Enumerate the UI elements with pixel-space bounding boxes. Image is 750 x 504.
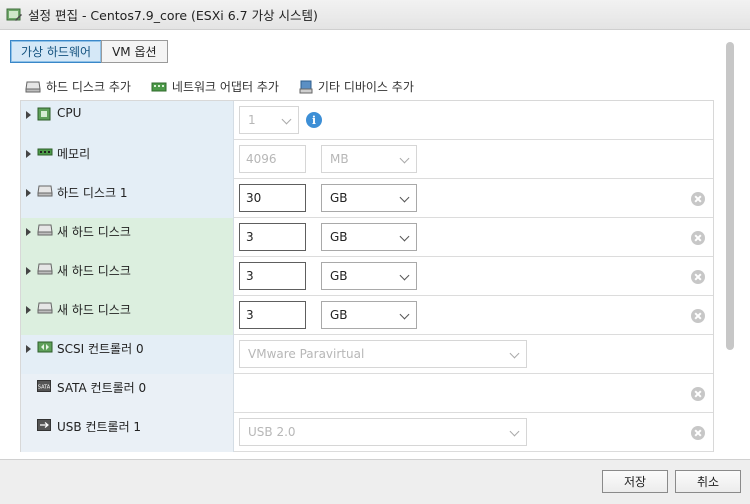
expand-caret-icon[interactable] — [26, 150, 31, 158]
disk-unit-value: GB — [330, 230, 348, 244]
cancel-button[interactable]: 취소 — [675, 470, 741, 493]
remove-device-icon[interactable] — [691, 309, 705, 323]
disk-unit-value: GB — [330, 308, 348, 322]
expand-caret-icon[interactable] — [26, 306, 31, 314]
device-label: 새 하드 디스크 — [57, 303, 131, 317]
device-row-new-hard-disk: 새 하드 디스크 3 GB — [21, 257, 713, 296]
expand-caret-icon[interactable] — [26, 345, 31, 353]
device-label: 새 하드 디스크 — [57, 225, 131, 239]
expand-caret-icon[interactable] — [26, 267, 31, 275]
disk-size-input[interactable]: 30 — [239, 184, 306, 212]
scsi-controller-icon — [37, 341, 53, 353]
hard-disk-icon — [37, 263, 53, 275]
disk-unit-select[interactable]: GB — [321, 301, 417, 329]
disk-unit-select[interactable]: GB — [321, 184, 417, 212]
disk-size-input[interactable]: 3 — [239, 223, 306, 251]
disk-size-input[interactable]: 3 — [239, 301, 306, 329]
remove-device-icon[interactable] — [691, 231, 705, 245]
disk-unit-select[interactable]: GB — [321, 262, 417, 290]
remove-device-icon[interactable] — [691, 192, 705, 206]
chevron-down-icon — [399, 309, 410, 320]
expand-caret-icon[interactable] — [26, 228, 31, 236]
hard-disk-icon — [37, 224, 53, 236]
disk-size-input[interactable]: 3 — [239, 262, 306, 290]
device-label: USB 컨트롤러 1 — [57, 420, 142, 434]
window-title: 설정 편집 - Centos7.9_core (ESXi 6.7 가상 시스템) — [28, 8, 318, 23]
sata-controller-icon: SATA — [37, 380, 51, 392]
usb-controller-icon — [37, 419, 51, 431]
device-row-sata-controller: SATA SATA 컨트롤러 0 — [21, 374, 713, 413]
chevron-down-icon — [399, 192, 410, 203]
device-list: CPU 1 i 메모리 4096 MB 하드 디스크 1 30 GB 새 하드 … — [20, 100, 714, 452]
remove-device-icon[interactable] — [691, 387, 705, 401]
add-hard-disk-button[interactable]: 하드 디스크 추가 — [25, 78, 131, 95]
chevron-down-icon — [509, 426, 520, 437]
device-row-memory: 메모리 4096 MB — [21, 140, 713, 179]
other-device-icon — [299, 80, 313, 93]
hard-disk-icon — [37, 302, 53, 314]
save-button[interactable]: 저장 — [602, 470, 668, 493]
device-row-new-hard-disk: 새 하드 디스크 3 GB — [21, 296, 713, 335]
device-row-hard-disk-1: 하드 디스크 1 30 GB — [21, 179, 713, 218]
scsi-type-value: VMware Paravirtual — [248, 347, 365, 361]
dialog-footer: 저장 취소 — [0, 459, 750, 504]
device-label: 새 하드 디스크 — [57, 264, 131, 278]
memory-icon — [37, 148, 53, 156]
device-row-usb-controller: USB 컨트롤러 1 USB 2.0 — [21, 413, 713, 452]
hard-disk-icon — [37, 185, 53, 197]
device-label: 메모리 — [57, 147, 91, 161]
memory-unit-value: MB — [330, 152, 349, 166]
scsi-type-select[interactable]: VMware Paravirtual — [239, 340, 527, 368]
device-label: SCSI 컨트롤러 0 — [57, 342, 144, 356]
memory-size-input[interactable]: 4096 — [239, 145, 306, 173]
device-row-cpu: CPU 1 i — [21, 101, 713, 140]
network-adapter-icon — [151, 82, 167, 91]
usb-type-select[interactable]: USB 2.0 — [239, 418, 527, 446]
add-network-adapter-button[interactable]: 네트워크 어댑터 추가 — [151, 78, 279, 95]
device-label: CPU — [57, 106, 82, 120]
remove-device-icon[interactable] — [691, 426, 705, 440]
expand-caret-icon[interactable] — [26, 189, 31, 197]
device-label: 하드 디스크 1 — [57, 186, 128, 200]
tab-virtual-hardware[interactable]: 가상 하드웨어 — [10, 40, 103, 63]
disk-unit-value: GB — [330, 269, 348, 283]
device-row-new-hard-disk: 새 하드 디스크 3 GB — [21, 218, 713, 257]
chevron-down-icon — [399, 270, 410, 281]
vm-edit-icon — [6, 8, 22, 21]
expand-caret-icon[interactable] — [26, 111, 31, 119]
add-network-adapter-label: 네트워크 어댑터 추가 — [171, 80, 279, 94]
add-other-device-label: 기타 디바이스 추가 — [317, 80, 414, 94]
tab-bar: 가상 하드웨어 VM 옵션 — [10, 40, 168, 63]
chevron-down-icon — [399, 153, 410, 164]
chevron-down-icon — [509, 348, 520, 359]
cpu-count-select[interactable]: 1 — [239, 106, 299, 134]
cpu-count-value: 1 — [248, 113, 256, 127]
hard-disk-icon — [25, 81, 41, 92]
device-label: SATA 컨트롤러 0 — [57, 381, 147, 395]
cpu-icon — [37, 107, 51, 121]
window-titlebar: 설정 편집 - Centos7.9_core (ESXi 6.7 가상 시스템) — [0, 0, 750, 30]
chevron-down-icon — [281, 114, 292, 125]
tab-vm-options[interactable]: VM 옵션 — [101, 40, 168, 63]
info-icon[interactable]: i — [306, 112, 322, 128]
memory-unit-select[interactable]: MB — [321, 145, 417, 173]
vertical-scrollbar[interactable] — [726, 42, 734, 350]
usb-type-value: USB 2.0 — [248, 425, 296, 439]
disk-unit-select[interactable]: GB — [321, 223, 417, 251]
add-hard-disk-label: 하드 디스크 추가 — [46, 80, 131, 94]
remove-device-icon[interactable] — [691, 270, 705, 284]
device-row-scsi-controller: SCSI 컨트롤러 0 VMware Paravirtual — [21, 335, 713, 374]
hardware-toolbar: 하드 디스크 추가 네트워크 어댑터 추가 기타 디바이스 추가 — [25, 78, 434, 95]
add-other-device-button[interactable]: 기타 디바이스 추가 — [299, 78, 414, 95]
svg-text:SATA: SATA — [38, 385, 51, 391]
chevron-down-icon — [399, 231, 410, 242]
disk-unit-value: GB — [330, 191, 348, 205]
